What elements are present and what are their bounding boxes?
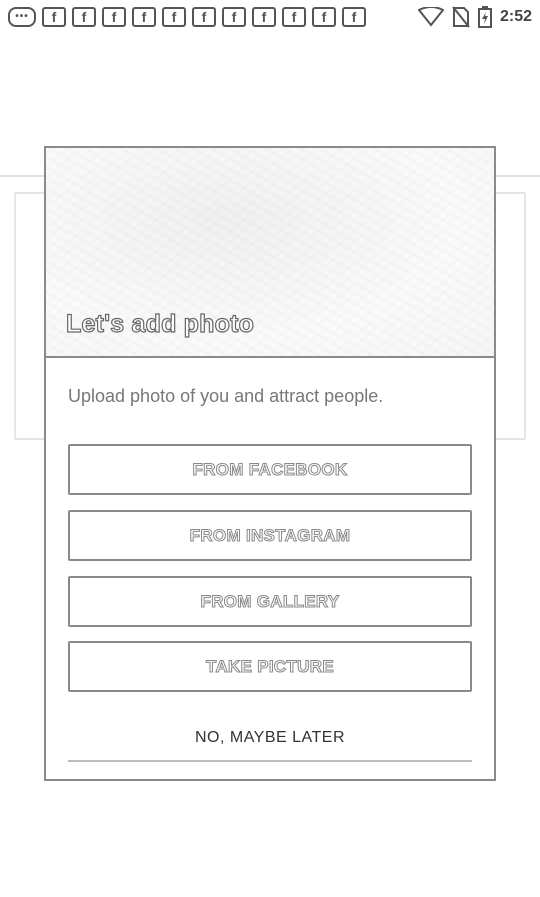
add-photo-dialog: Let's add photo Upload photo of you and … — [44, 146, 496, 781]
dialog-title: Let's add photo — [65, 309, 255, 338]
clock: 2:52 — [499, 8, 532, 25]
take-picture-button[interactable]: TAKE PICTURE — [68, 641, 472, 692]
dialog-header-image: Let's add photo — [46, 148, 494, 358]
facebook-notification-icon: f — [102, 7, 126, 27]
battery-charging-icon — [477, 6, 492, 28]
facebook-notification-icon: f — [222, 7, 246, 27]
message-notification-icon: ••• — [8, 7, 36, 27]
notification-icons: ••• f f f f f f f f f f f — [8, 7, 366, 27]
facebook-notification-icon: f — [252, 7, 276, 27]
dialog-subtitle: Upload photo of you and attract people. — [68, 386, 384, 406]
wifi-icon — [417, 7, 444, 27]
from-facebook-button[interactable]: FROM FACEBOOK — [68, 444, 472, 495]
no-sim-icon — [452, 6, 470, 28]
facebook-notification-icon: f — [162, 7, 186, 27]
facebook-notification-icon: f — [342, 7, 366, 27]
from-gallery-button[interactable]: FROM GALLERY — [68, 576, 472, 627]
maybe-later-underline — [68, 760, 472, 762]
from-instagram-button[interactable]: FROM INSTAGRAM — [68, 510, 472, 561]
facebook-notification-icon: f — [42, 7, 66, 27]
system-status: 2:52 — [417, 6, 532, 28]
facebook-notification-icon: f — [132, 7, 156, 27]
facebook-notification-icon: f — [282, 7, 306, 27]
maybe-later-button[interactable]: NO, MAYBE LATER — [68, 718, 472, 758]
facebook-notification-icon: f — [72, 7, 96, 27]
status-bar: ••• f f f f f f f f f f f 2:52 — [0, 0, 540, 34]
facebook-notification-icon: f — [312, 7, 336, 27]
facebook-notification-icon: f — [192, 7, 216, 27]
